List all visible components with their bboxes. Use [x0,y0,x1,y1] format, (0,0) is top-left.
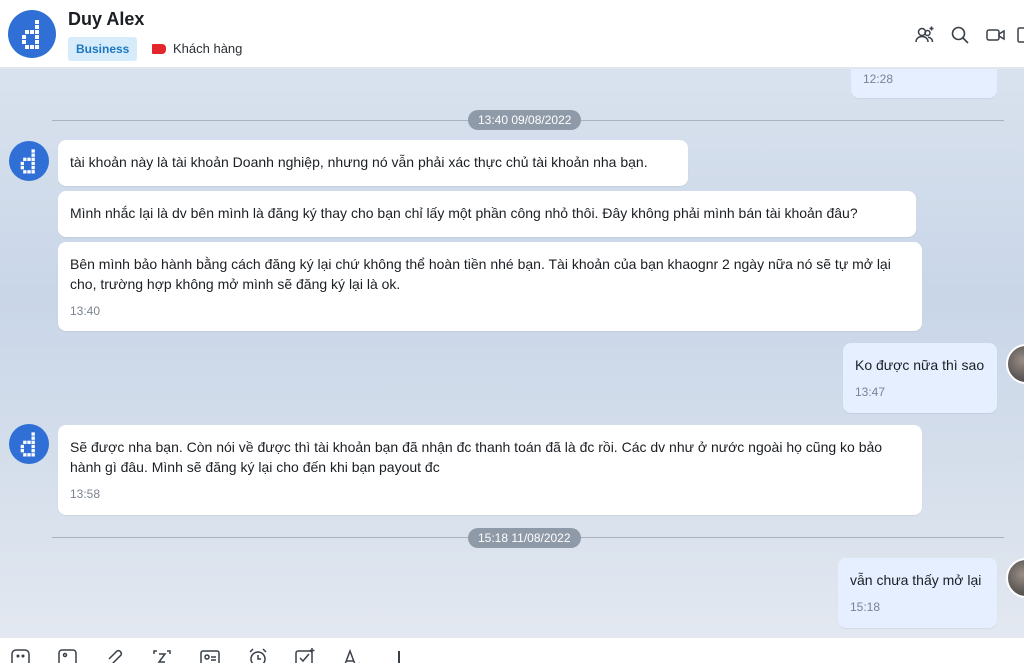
tag-label: Khách hàng [173,41,243,56]
business-badge: Business [68,37,138,61]
sidebar-toggle-icon[interactable] [1016,24,1024,46]
my-message-bubble[interactable]: Ko được nữa thì sao 13:47 [843,343,997,413]
message-bubble[interactable]: Sẽ được nha bạn. Còn nói về được thì tài… [58,425,922,515]
message-text: Sẽ được nha bạn. Còn nói về được thì tài… [70,439,883,475]
message-text: tài khoản này là tài khoản Doanh nghiệp,… [70,154,648,170]
avatar-logo-icon [22,20,39,49]
composer-toolbar [0,637,1024,663]
message-text: Ko được nữa thì sao [855,357,985,373]
sender-avatar[interactable] [9,424,49,464]
message-time: 13:47 [855,385,886,399]
contact-name[interactable]: Duy Alex [68,9,144,30]
message-text: vẫn chưa thấy mở lại [850,572,982,588]
conversation-header: Duy Alex Business Khách hàng [0,0,1024,68]
sticker-icon[interactable] [10,647,32,663]
my-avatar[interactable] [1006,344,1024,384]
message-time: 12:28 [863,72,894,86]
tag-flag-icon [152,43,166,54]
message-text: Bên mình bảo hành bằng cách đăng ký lại … [70,256,891,292]
image-icon[interactable] [57,647,79,663]
contact-avatar[interactable] [8,10,56,58]
message-time: 13:40 [70,304,101,318]
message-list[interactable]: 12:28 13:40 09/08/2022 tài khoản này là … [0,69,1024,637]
message-time: 13:58 [70,487,101,501]
video-call-icon[interactable] [985,24,1007,46]
reminder-icon[interactable] [247,647,269,663]
my-message-bubble[interactable]: vẫn chưa thấy mở lại 15:18 [838,558,997,628]
avatar-logo-icon [20,149,35,174]
search-icon[interactable] [949,24,971,46]
avatar-logo-icon [20,432,35,457]
message-bubble[interactable]: Mình nhắc lại là dv bên mình là đăng ký … [58,191,916,237]
more-icon[interactable] [392,647,406,663]
date-divider: 15:18 11/08/2022 [468,528,581,548]
message-bubble[interactable]: tài khoản này là tài khoản Doanh nghiệp,… [58,140,688,186]
contact-card-icon[interactable] [199,647,221,663]
add-member-icon[interactable] [914,24,936,46]
message-text: Mình nhắc lại là dv bên mình là đăng ký … [70,205,858,221]
date-divider: 13:40 09/08/2022 [468,110,582,130]
sender-avatar[interactable] [9,141,49,181]
message-bubble[interactable]: Bên mình bảo hành bằng cách đăng ký lại … [58,242,922,331]
customer-tag[interactable]: Khách hàng [152,41,242,56]
attach-icon[interactable] [106,647,128,663]
message-time: 15:18 [850,600,881,614]
my-avatar[interactable] [1006,558,1024,598]
message-bubble-partial[interactable]: 12:28 [851,69,997,98]
text-format-icon[interactable] [342,647,364,663]
task-icon[interactable] [294,647,316,663]
screenshot-icon[interactable] [151,647,173,663]
